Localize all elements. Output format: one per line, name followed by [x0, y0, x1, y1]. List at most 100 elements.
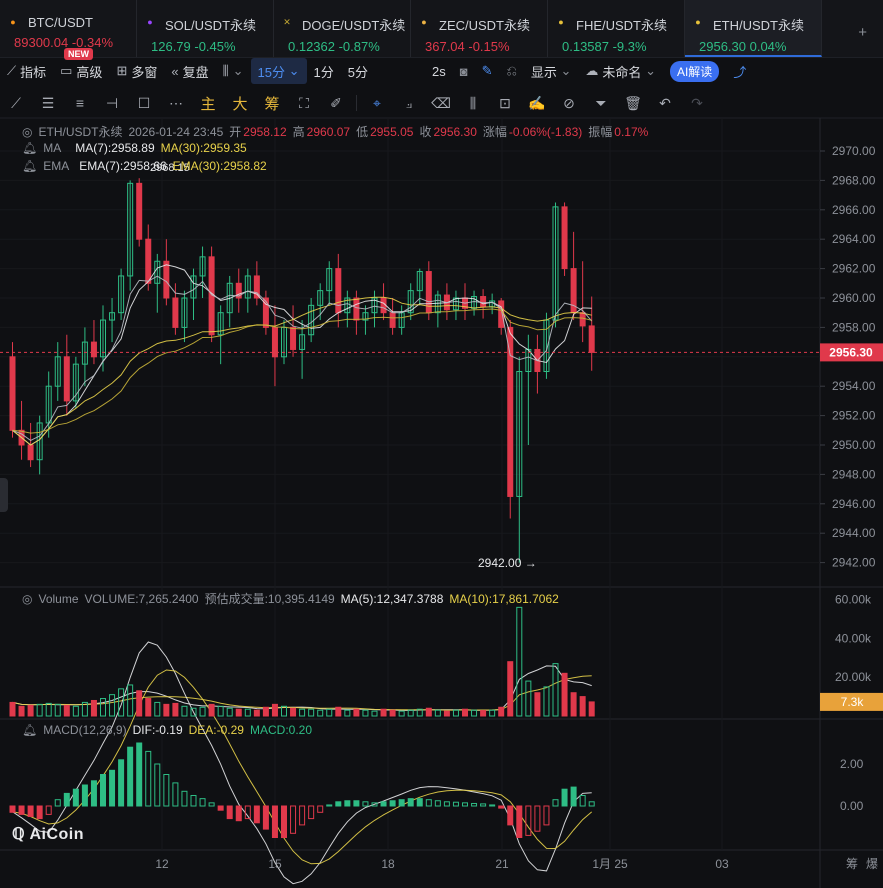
candle-body — [290, 326, 297, 350]
bell-icon[interactable]: 🔔︎ — [22, 141, 37, 155]
ma-name: MA — [43, 141, 62, 155]
macd-bar — [118, 759, 125, 807]
ma-legend: 🔔︎ MA MA(7):2958.89 MA(30):2959.35 — [22, 141, 253, 155]
ema-name: EMA — [43, 159, 70, 173]
volume-bar — [588, 701, 595, 717]
macd-dif-line — [12, 641, 592, 885]
volume-bar — [425, 707, 432, 717]
open-value: 2958.12 — [243, 125, 287, 139]
add-tab-icon[interactable]: + — [858, 24, 867, 41]
volume-bar — [480, 710, 487, 717]
macd-bar — [570, 786, 577, 807]
price-tick-label: 2942.00 — [832, 556, 876, 570]
volume-value: VOLUME:7,265.2400 — [84, 592, 199, 606]
volume-bar — [498, 706, 505, 717]
volume-bar — [552, 663, 559, 717]
macd-tick-label: 0.00 — [840, 799, 864, 813]
volume-bar — [579, 696, 586, 717]
watermark-text: AiCoin — [29, 826, 84, 843]
macd-bar — [100, 774, 106, 807]
volume-bar — [18, 705, 25, 717]
volume-bar — [489, 709, 496, 717]
time-tick-label: 03 — [715, 857, 729, 871]
price-tick-label: 2954.00 — [832, 379, 876, 393]
volume-bar — [72, 705, 79, 717]
macd-bar — [416, 798, 423, 807]
macd-bar — [18, 805, 25, 815]
macd-bar — [208, 802, 215, 807]
volume-bar — [36, 703, 43, 717]
candle-body — [498, 300, 505, 328]
eye-icon[interactable]: ◎ — [22, 125, 32, 139]
macd-bar — [226, 805, 233, 820]
price-tick-label: 2964.00 — [832, 232, 876, 246]
ema30-value: EMA(30):2958.82 — [172, 159, 267, 173]
macd-bar — [525, 805, 532, 836]
macd-dea-line — [12, 669, 593, 865]
volume-bar — [516, 606, 523, 717]
time-tick-label: 12 — [155, 857, 169, 871]
macd-bar — [480, 803, 487, 807]
price-tick-label: 2950.00 — [832, 438, 876, 452]
macd-bar — [199, 798, 206, 807]
volume-bar — [380, 708, 387, 717]
volume-bar — [308, 708, 315, 717]
volume-bar — [226, 707, 233, 717]
volume-tick-label: 40.00k — [835, 631, 872, 645]
candle-body — [561, 206, 568, 270]
candle-body — [145, 238, 152, 284]
price-tick-label: 2958.00 — [832, 320, 876, 334]
volume-bar — [262, 706, 269, 717]
macd-bar — [398, 799, 405, 807]
high-value: 2960.07 — [306, 125, 351, 139]
candle-body — [136, 182, 143, 240]
macd-bar — [534, 805, 541, 832]
price-tick-label: 2946.00 — [832, 497, 876, 511]
macd-bar — [27, 805, 34, 817]
eye-icon[interactable]: ◎ — [22, 592, 32, 606]
macd-bar — [290, 805, 297, 834]
volume-bar — [534, 692, 541, 717]
candle-body — [389, 312, 396, 328]
volume-bar — [362, 709, 369, 717]
ma7-value: MA(7):2958.89 — [75, 141, 155, 155]
macd-bar — [72, 788, 79, 807]
close-value: 2956.30 — [433, 125, 477, 139]
price-tick-label: 2968.00 — [832, 173, 876, 187]
volume-bar — [27, 704, 34, 717]
candle-body — [9, 356, 16, 431]
volume-bar — [244, 708, 251, 717]
volume-ma5: MA(5):12,347.3788 — [340, 592, 444, 606]
ema-legend: 🔔︎ EMA EMA(7):2958.66 EMA(30):2958.82 — [22, 159, 273, 173]
bell-icon[interactable]: 🔔︎ — [22, 159, 37, 173]
candle-body — [63, 356, 70, 402]
legend-datetime: 2026-01-24 23:45 — [128, 125, 224, 139]
macd-bar — [579, 795, 586, 807]
price-tick-label: 2970.00 — [832, 144, 876, 158]
macd-bar — [516, 805, 523, 838]
macd-bar — [588, 801, 595, 807]
macd-bar — [54, 799, 61, 807]
macd-bar — [434, 800, 441, 807]
bell-icon[interactable]: 🔔︎ — [22, 723, 37, 737]
macd-bar — [380, 801, 387, 807]
macd-bar — [389, 800, 396, 807]
volume-bar — [335, 706, 342, 717]
time-tick-label: 1月 25 — [592, 857, 628, 871]
volume-ma10: MA(10):17,861.7062 — [449, 592, 559, 606]
time-tick-label: 15 — [268, 857, 282, 871]
volume-bar — [543, 686, 550, 717]
price-tick-label: 2962.00 — [832, 262, 876, 276]
price-tick-label: 2966.00 — [832, 203, 876, 217]
macd-bar — [471, 802, 478, 807]
macd-bar — [262, 805, 269, 830]
panel-collapse-handle[interactable] — [0, 478, 8, 512]
macd-bar — [63, 792, 70, 807]
volume-bar — [100, 698, 106, 717]
macd-bar — [136, 742, 143, 807]
price-tick-label: 2944.00 — [832, 526, 876, 540]
ohlc-legend: ◎ ETH/USDT永续 2026-01-24 23:45 开 2958.12 高 2960… — [22, 123, 654, 140]
volume-bar — [172, 702, 179, 717]
macd-bar — [36, 805, 43, 820]
candle-body — [579, 312, 586, 327]
